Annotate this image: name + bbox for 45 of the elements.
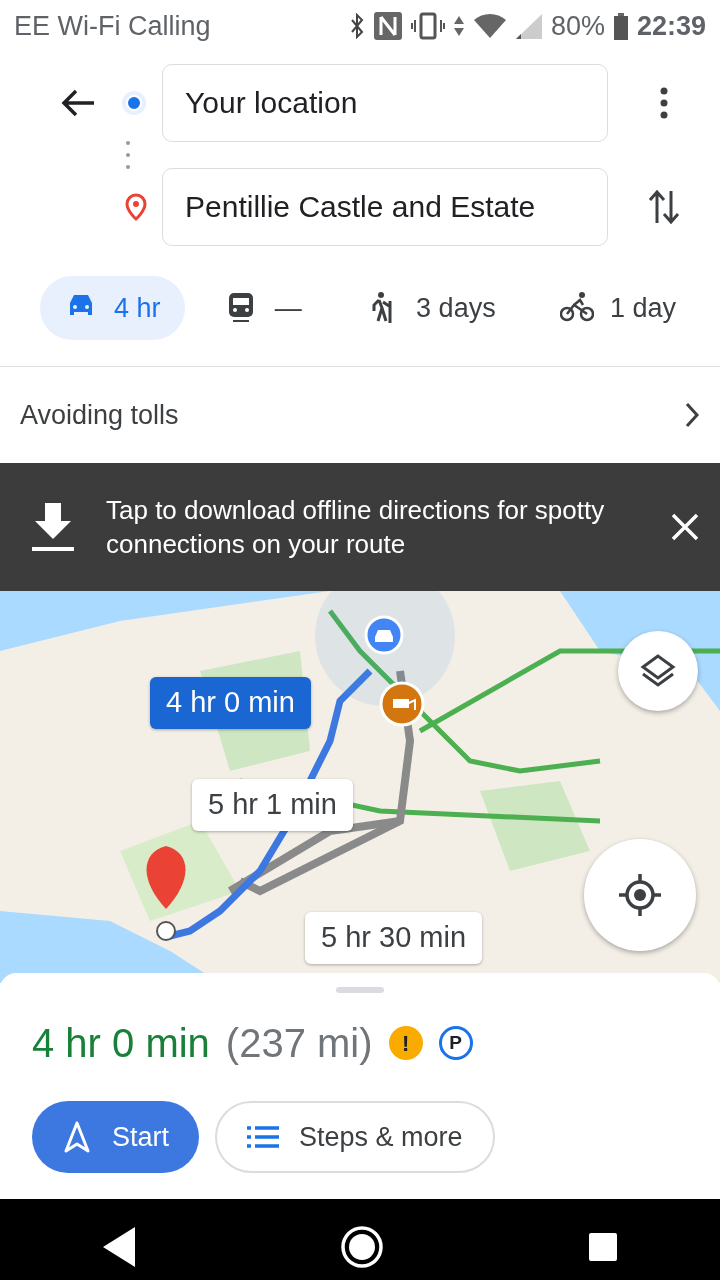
travel-mode-tab[interactable]: 1 day	[535, 276, 700, 340]
recents-nav-icon[interactable]	[588, 1231, 618, 1262]
more-menu-icon[interactable]	[660, 87, 668, 119]
speed-camera-icon	[379, 681, 425, 727]
destination-field[interactable]: Pentillie Castle and Estate	[162, 168, 608, 246]
route-dots-icon	[126, 140, 130, 170]
car-location-icon	[364, 615, 404, 655]
navigation-arrow-icon	[62, 1120, 92, 1154]
route-duration: 4 hr 0 min	[32, 1020, 210, 1067]
start-button[interactable]: Start	[32, 1101, 200, 1173]
swap-icon[interactable]	[648, 189, 680, 225]
bluetooth-icon	[348, 13, 365, 39]
travel-mode-tab[interactable]: 4 hr	[40, 276, 185, 340]
download-icon[interactable]	[30, 501, 76, 553]
parking-badge[interactable]: P	[438, 1026, 473, 1060]
route-time-label[interactable]: 4 hr 0 min	[150, 677, 311, 729]
warning-badge[interactable]: !	[388, 1026, 423, 1060]
wifi-icon	[472, 13, 507, 39]
carrier-name: EE Wi-Fi Calling	[14, 9, 211, 43]
layers-icon	[639, 652, 677, 690]
battery-level: 80%	[550, 9, 605, 43]
nfc-icon	[372, 11, 403, 41]
drag-handle[interactable]	[336, 987, 384, 993]
back-arrow-icon[interactable]	[60, 88, 96, 118]
close-icon[interactable]	[670, 512, 700, 542]
route-time-label[interactable]: 5 hr 30 min	[305, 912, 483, 964]
route-time-label[interactable]: 5 hr 1 min	[192, 779, 353, 831]
steps-button[interactable]: Steps & more	[215, 1101, 495, 1173]
list-icon	[247, 1126, 280, 1148]
signal-icon	[514, 13, 543, 39]
origin-field[interactable]: Your location	[162, 64, 608, 142]
route-distance: (237 mi)	[225, 1020, 373, 1067]
route-options-label: Avoiding tolls	[20, 398, 179, 432]
vibrate-icon	[410, 12, 445, 40]
travel-mode-tab[interactable]: —	[200, 276, 326, 340]
clock-time: 22:39	[636, 9, 706, 43]
origin-dot-icon	[120, 89, 148, 117]
travel-mode-tab[interactable]: 3 days	[342, 276, 520, 340]
download-banner-text: Tap to download offline directions for spotty connections on your route	[106, 494, 606, 561]
battery-icon	[612, 12, 629, 40]
home-nav-icon[interactable]	[340, 1224, 384, 1269]
destination-pin-icon	[124, 193, 148, 221]
back-nav-icon[interactable]	[102, 1225, 136, 1268]
crosshair-icon	[617, 872, 663, 918]
chevron-right-icon[interactable]	[684, 401, 700, 429]
